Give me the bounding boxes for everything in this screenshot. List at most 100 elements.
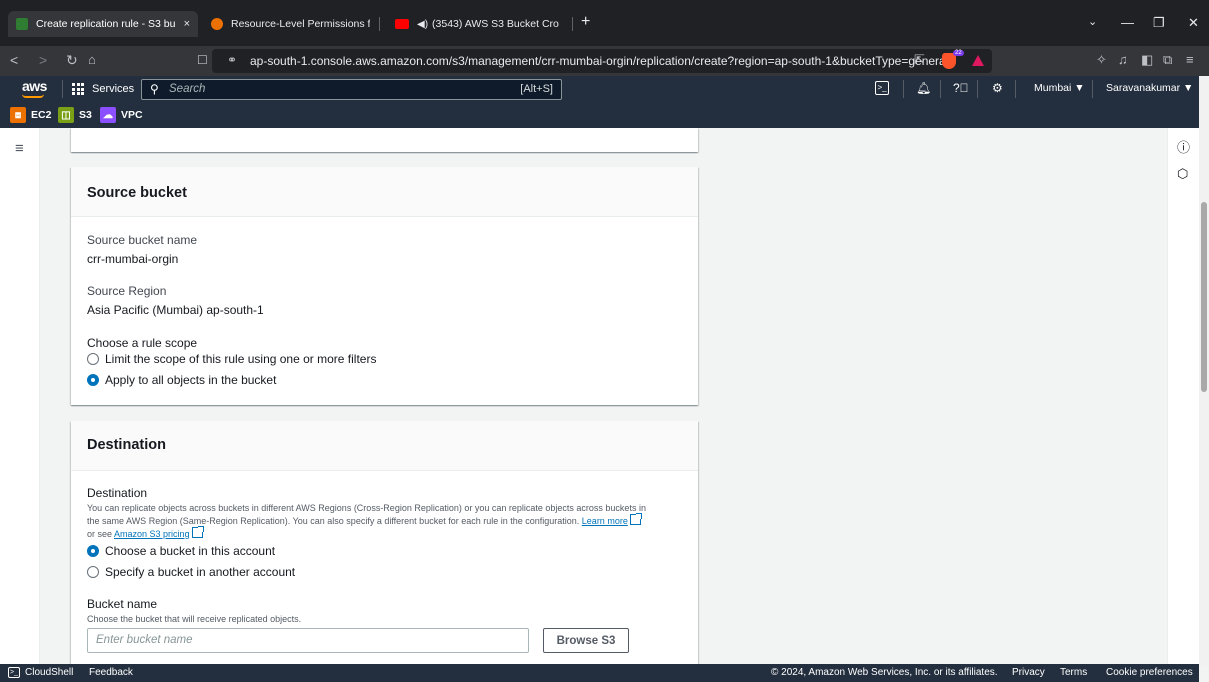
tab-resource-level-permissions[interactable]: Resource-Level Permissions for EC2 — [203, 11, 378, 37]
description-line-text: or see — [87, 529, 113, 539]
scope-all-objects-radio[interactable]: Apply to all objects in the bucket — [87, 373, 276, 387]
radio-button[interactable] — [87, 566, 99, 578]
radio-label: Specify a bucket in another account — [105, 565, 296, 579]
radio-button-selected[interactable] — [87, 545, 99, 557]
tab-separator — [572, 17, 573, 31]
source-bucket-header: Source bucket — [71, 167, 698, 217]
destination-this-account-radio[interactable]: Choose a bucket in this account — [87, 544, 275, 558]
bucket-name-description: Choose the bucket that will receive repl… — [87, 614, 302, 624]
minimize-icon[interactable]: — — [1121, 15, 1134, 30]
search-placeholder: Search — [169, 83, 206, 95]
aws-logo[interactable]: aws — [22, 78, 47, 94]
page-scrollbar[interactable] — [1199, 76, 1209, 666]
close-window-icon[interactable]: ✕ — [1188, 15, 1199, 31]
learn-more-link[interactable]: Learn more — [582, 516, 628, 526]
radio-button-selected[interactable] — [87, 374, 99, 386]
favorite-ec2[interactable]: ⧈ EC2 — [10, 107, 51, 123]
aws-top-nav: aws Services ⚲ Search [Alt+S] >_ 🔔︎ ?⃝ ⚙… — [0, 76, 1209, 102]
aws-logo-smile — [22, 94, 44, 98]
brave-shields-count: 22 — [953, 50, 964, 56]
browser-menu-icon[interactable]: ≡ — [1186, 52, 1194, 68]
browse-s3-button[interactable]: Browse S3 — [543, 628, 629, 653]
wallet-icon[interactable]: ⧉ — [1163, 52, 1172, 68]
home-icon[interactable]: ⌂ — [88, 52, 96, 68]
tab-close-icon[interactable]: × — [184, 18, 190, 30]
cookie-preferences-link[interactable]: Cookie preferences — [1106, 667, 1193, 678]
tab-search-chevron-icon[interactable]: ⌄ — [1088, 15, 1097, 28]
nav-divider — [903, 80, 904, 98]
address-bar[interactable]: ⚭ ap-south-1.console.aws.amazon.com/s3/m… — [212, 49, 992, 73]
browser-toolbar: < > ↻ ⌂ ☐ ⚭ ap-south-1.console.aws.amazo… — [0, 46, 1209, 76]
nav-divider — [977, 80, 978, 98]
amazon-s3-pricing-link[interactable]: Amazon S3 pricing — [114, 529, 190, 539]
amazon-q-icon[interactable]: ⬡ — [1177, 166, 1188, 182]
destination-card: Destination Destination You can replicat… — [71, 421, 698, 671]
brave-rewards-icon[interactable] — [972, 55, 984, 66]
description-line-2: the same AWS Region (Same-Region Replica… — [87, 513, 687, 527]
nav-divider — [1092, 80, 1093, 98]
favorite-s3[interactable]: ◫ S3 — [58, 107, 92, 123]
tab-create-replication-rule[interactable]: Create replication rule - S3 buc × — [8, 11, 198, 37]
site-settings-icon[interactable]: ⚭ — [227, 53, 237, 67]
cloudshell-footer-icon[interactable]: >_ — [8, 667, 20, 678]
feedback-link[interactable]: Feedback — [89, 667, 133, 678]
ec2-icon: ⧈ — [10, 107, 26, 123]
forward-icon[interactable]: > — [39, 52, 47, 68]
destination-label: Destination — [87, 486, 148, 500]
region-selector[interactable]: Mumbai ▼ — [1034, 82, 1085, 94]
privacy-link[interactable]: Privacy — [1012, 667, 1045, 678]
terms-link[interactable]: Terms — [1060, 667, 1087, 678]
s3-favicon-icon — [16, 18, 28, 30]
youtube-favicon-icon — [395, 19, 409, 29]
favorite-vpc[interactable]: ☁ VPC — [100, 107, 143, 123]
destination-heading: Destination — [87, 437, 166, 453]
cloudshell-icon[interactable]: >_ — [875, 81, 889, 95]
favorite-label: S3 — [79, 109, 92, 121]
bucket-name-placeholder: Enter bucket name — [96, 634, 193, 646]
radio-label: Apply to all objects in the bucket — [105, 373, 277, 387]
hamburger-menu-icon[interactable]: ≡ — [15, 140, 24, 157]
scope-limit-filters-radio[interactable]: Limit the scope of this rule using one o… — [87, 352, 376, 366]
destination-description: You can replicate objects across buckets… — [87, 503, 687, 540]
services-menu-button[interactable]: Services — [72, 76, 134, 102]
settings-gear-icon[interactable]: ⚙ — [992, 81, 1003, 95]
search-shortcut: [Alt+S] — [520, 83, 553, 95]
source-bucket-name-value: crr-mumbai-orgin — [87, 252, 179, 266]
url-text: ap-south-1.console.aws.amazon.com/s3/man… — [250, 54, 949, 68]
bookmark-icon[interactable]: ☐ — [197, 52, 208, 68]
external-link-icon[interactable] — [191, 526, 204, 538]
services-grid-icon — [72, 83, 84, 95]
tab-separator — [379, 17, 380, 31]
new-tab-button[interactable]: + — [581, 13, 590, 31]
favorites-bar: ⧈ EC2 ◫ S3 ☁ VPC — [0, 102, 1209, 128]
back-icon[interactable]: < — [10, 52, 18, 68]
account-menu[interactable]: Saravanakumar ▼ — [1106, 82, 1193, 94]
vpc-icon: ☁ — [100, 107, 116, 123]
aws-favicon-icon — [211, 18, 223, 30]
restore-window-icon[interactable]: ❐ — [1153, 15, 1165, 31]
share-icon[interactable]: ⇱ — [914, 52, 925, 68]
search-input[interactable]: ⚲ Search [Alt+S] — [141, 79, 562, 100]
extensions-icon[interactable]: ✧ — [1096, 52, 1107, 68]
source-bucket-heading: Source bucket — [87, 185, 187, 201]
console-footer: >_ CloudShell Feedback © 2024, Amazon We… — [0, 664, 1199, 682]
bucket-name-label: Bucket name — [87, 597, 158, 611]
bucket-name-input[interactable]: Enter bucket name — [87, 628, 529, 653]
tab-youtube-video[interactable]: ◀) (3543) AWS S3 Bucket Cross Reg — [387, 11, 567, 37]
info-icon[interactable]: ⓘ — [1177, 137, 1190, 156]
cloudshell-link[interactable]: CloudShell — [25, 667, 73, 678]
browser-tab-strip: Create replication rule - S3 buc × Resou… — [0, 0, 1209, 46]
media-icon[interactable]: ♫ — [1118, 52, 1128, 68]
sidebar-icon[interactable]: ◧ — [1141, 52, 1153, 68]
scrollbar-thumb[interactable] — [1201, 202, 1207, 392]
reload-icon[interactable]: ↻ — [66, 52, 78, 68]
destination-other-account-radio[interactable]: Specify a bucket in another account — [87, 565, 295, 579]
audio-playing-icon[interactable]: ◀) — [417, 19, 428, 30]
nav-divider — [940, 80, 941, 98]
source-bucket-card: Source bucket Source bucket name crr-mum… — [71, 167, 698, 405]
help-icon[interactable]: ?⃝ — [953, 81, 969, 95]
external-link-icon[interactable] — [629, 513, 642, 525]
notifications-bell-icon[interactable]: 🔔︎ — [916, 81, 931, 95]
radio-button[interactable] — [87, 353, 99, 365]
favorite-label: VPC — [121, 109, 143, 121]
